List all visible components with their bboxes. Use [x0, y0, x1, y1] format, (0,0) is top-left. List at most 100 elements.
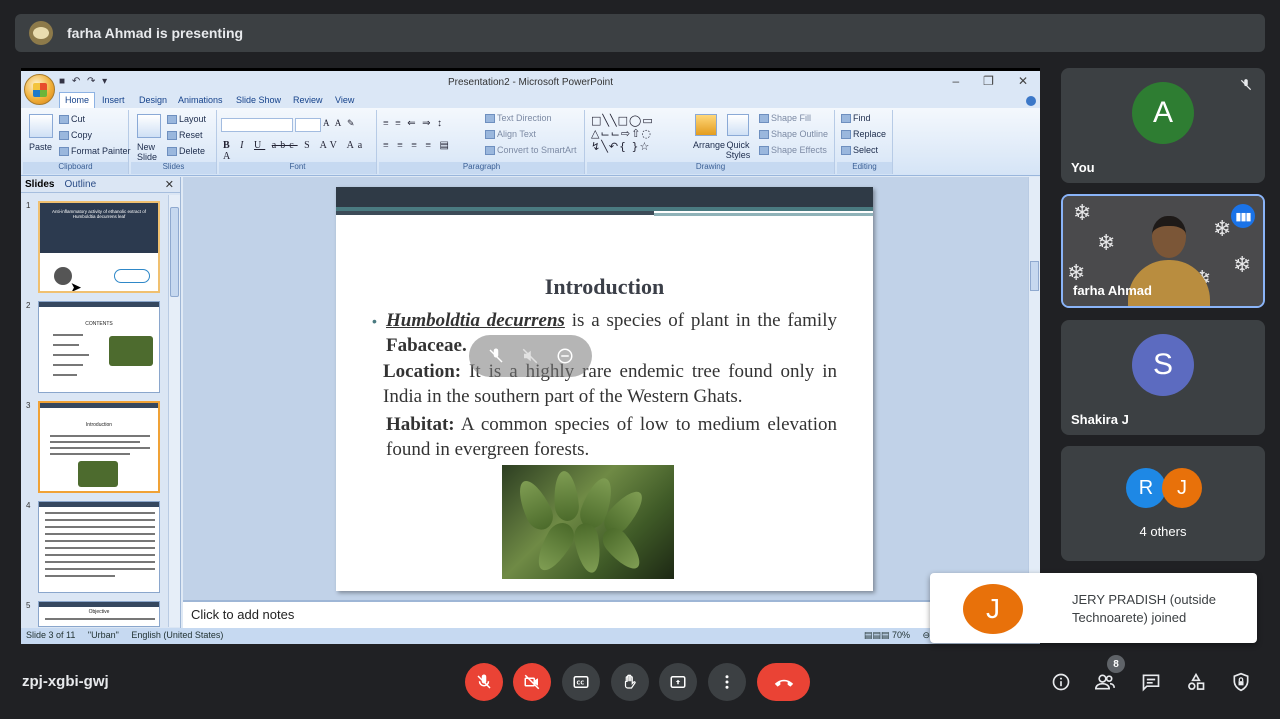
reset-button[interactable]: Reset	[167, 130, 203, 141]
slides-tab[interactable]: Slides	[25, 179, 54, 190]
align-text-button[interactable]: Align Text	[485, 129, 536, 140]
arrange-icon[interactable]	[695, 114, 717, 136]
volume-off-icon[interactable]	[521, 347, 539, 365]
shapes-gallery[interactable]: □╲╲□◯▭ △⌙⌙⇨⇧◌ ↯╲↶{ }☆	[591, 114, 654, 153]
tab-slide-show[interactable]: Slide Show	[236, 95, 281, 105]
font-format-row[interactable]: B I U abc S AV Aa A	[223, 140, 376, 162]
tab-insert[interactable]: Insert	[102, 95, 125, 105]
mic-toggle-button[interactable]	[465, 663, 503, 701]
replace-button[interactable]: Replace	[841, 129, 886, 140]
new-slide-icon[interactable]	[137, 114, 161, 138]
notes-pane[interactable]: Click to add notes	[183, 600, 1040, 628]
slide-thumbnail-1[interactable]: Anti-inflammatory activity of ethanolic …	[38, 201, 160, 293]
select-button[interactable]: Select	[841, 145, 878, 156]
new-slide-button[interactable]: New Slide	[137, 142, 163, 162]
meeting-details-button[interactable]	[1049, 670, 1073, 694]
current-slide[interactable]: Introduction • Humboldtia decurrens is a…	[336, 187, 873, 591]
arrange-button[interactable]: Arrange	[693, 140, 725, 150]
language[interactable]: English (United States)	[131, 630, 223, 640]
tab-design[interactable]: Design	[139, 95, 167, 105]
activities-button[interactable]	[1184, 670, 1208, 694]
raise-hand-button[interactable]	[611, 663, 649, 701]
people-button[interactable]	[1093, 670, 1117, 694]
tab-animations[interactable]: Animations	[178, 95, 223, 105]
chat-button[interactable]	[1139, 670, 1163, 694]
shape-fill-button[interactable]: Shape Fill	[759, 113, 811, 124]
participant-tile-farha[interactable]: ❄ ❄ ❄ ❄ ❄ ❄ ▮▮▮ farha Ahmad	[1061, 194, 1265, 308]
paste-button[interactable]: Paste	[29, 142, 52, 152]
help-icon[interactable]	[1026, 96, 1036, 106]
meeting-code[interactable]: zpj-xgbi-gwj	[22, 673, 109, 690]
binoculars-icon	[841, 114, 851, 124]
avatar-initial: A	[1152, 96, 1173, 129]
format-painter-button[interactable]: Format Painter	[59, 146, 131, 157]
text-direction-button[interactable]: Text Direction	[485, 113, 552, 124]
grow-shrink-font[interactable]: A A ✎	[323, 118, 357, 129]
more-options-button[interactable]	[708, 663, 746, 701]
pane-close-icon[interactable]: ✕	[165, 178, 174, 191]
thumb-line	[50, 447, 150, 449]
cut-button[interactable]: Cut	[59, 114, 85, 125]
slide-header-band	[336, 187, 873, 207]
participant-tile-shakira[interactable]: S Shakira J	[1061, 320, 1265, 435]
participant-name: You	[1071, 160, 1095, 175]
slide-paragraph-habitat: Habitat: A common species of low to medi…	[386, 412, 837, 462]
clipboard-group: Paste Cut Copy Format Painter Clipboard	[23, 110, 131, 174]
paste-icon[interactable]	[29, 114, 53, 138]
camera-toggle-button[interactable]	[513, 663, 551, 701]
list-buttons[interactable]: ≡ ≡ ⇐ ⇒ ↕	[383, 118, 444, 129]
quick-styles-button[interactable]: Quick Styles	[725, 140, 751, 160]
tab-home[interactable]: Home	[59, 92, 96, 108]
layout-icon	[167, 115, 177, 125]
tile-overlay-controls	[469, 335, 592, 377]
slide-thumbnail-4[interactable]	[38, 501, 160, 593]
tab-review[interactable]: Review	[293, 95, 323, 105]
end-call-button[interactable]	[757, 663, 810, 701]
convert-smartart-button[interactable]: Convert to SmartArt	[485, 145, 577, 156]
restore-icon[interactable]: ❐	[983, 74, 994, 88]
slide-thumbnail-3[interactable]: Introduction	[38, 401, 160, 493]
office-button[interactable]	[24, 74, 55, 105]
thumb-line	[53, 374, 77, 376]
habitat-text: A common species of low to medium elevat…	[386, 414, 837, 460]
layout-button[interactable]: Layout	[167, 114, 206, 125]
mic-off-icon[interactable]	[487, 347, 505, 365]
tab-view[interactable]: View	[335, 95, 354, 105]
participant-tile-others[interactable]: R J 4 others	[1061, 446, 1265, 561]
species-name: Humboldtia decurrens	[386, 310, 565, 331]
slide-editing-area: Introduction • Humboldtia decurrens is a…	[183, 177, 1040, 600]
find-button[interactable]: Find	[841, 113, 871, 124]
delete-button[interactable]: Delete	[167, 146, 205, 157]
slide-thumbnail-2[interactable]: CONTENTS	[38, 301, 160, 393]
scrollbar-thumb[interactable]	[1030, 261, 1039, 291]
outline-tab[interactable]: Outline	[64, 179, 96, 190]
remove-icon[interactable]	[556, 347, 574, 365]
participant-tile-you[interactable]: A You	[1061, 68, 1265, 183]
slide-scrollbar[interactable]	[1028, 177, 1040, 600]
font-name-box[interactable]	[221, 118, 293, 132]
close-icon[interactable]: ✕	[1018, 74, 1028, 88]
thumb-title: Objective	[88, 609, 110, 615]
speaking-indicator-icon: ▮▮▮	[1231, 204, 1255, 228]
slide-thumbnail-5[interactable]: Objective	[38, 601, 160, 627]
slides-pane-scrollbar[interactable]	[168, 195, 180, 627]
reset-label: Reset	[179, 130, 203, 140]
zoom-level[interactable]: ▤▤▤ 70% ⊖	[864, 630, 930, 641]
quick-styles-icon[interactable]	[727, 114, 749, 136]
font-size-box[interactable]	[295, 118, 321, 132]
shape-outline-button[interactable]: Shape Outline	[759, 129, 828, 140]
wallpaper-pattern: ❄	[1213, 216, 1232, 241]
copy-button[interactable]: Copy	[59, 130, 92, 141]
participant-name: Shakira J	[1071, 412, 1129, 427]
host-controls-button[interactable]	[1229, 670, 1253, 694]
minimize-icon[interactable]: –	[952, 74, 959, 88]
outline-icon	[759, 130, 769, 140]
align-buttons[interactable]: ≡ ≡ ≡ ≡ ▤	[383, 140, 452, 151]
shape-effects-button[interactable]: Shape Effects	[759, 145, 827, 156]
present-now-button[interactable]	[659, 663, 697, 701]
thumb-line	[45, 540, 155, 542]
scrollbar-thumb[interactable]	[170, 207, 179, 297]
thumb-line	[45, 568, 155, 570]
captions-button[interactable]: CC	[562, 663, 600, 701]
slide-counter: Slide 3 of 11	[26, 630, 76, 640]
